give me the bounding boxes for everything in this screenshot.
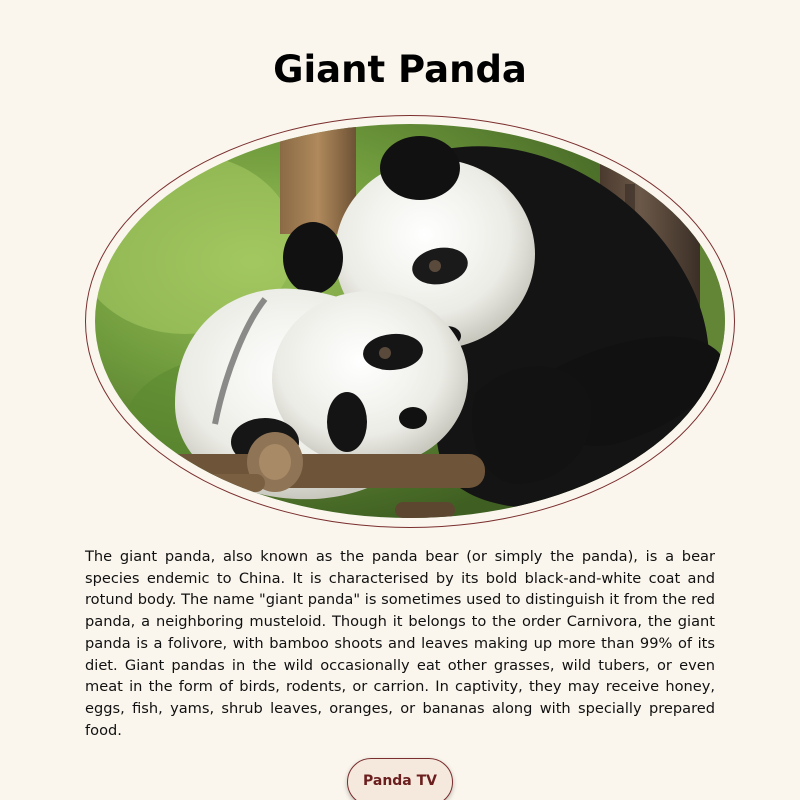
panda-photo	[95, 124, 725, 518]
page: Giant Panda The giant panda, also known …	[0, 0, 800, 800]
panda-tv-button[interactable]: Panda TV	[347, 758, 453, 800]
page-title: Giant Panda	[273, 48, 527, 91]
panda-description: The giant panda, also known as the panda…	[85, 548, 715, 739]
